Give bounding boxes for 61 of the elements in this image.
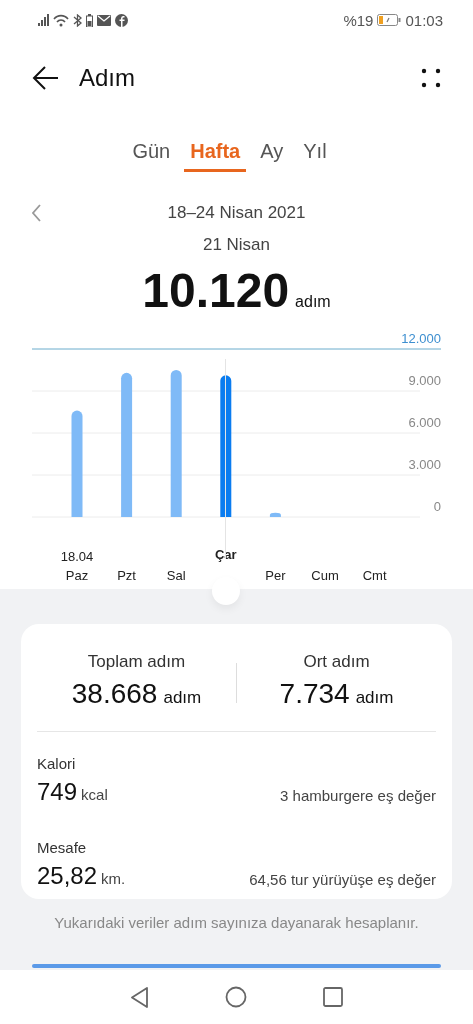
metric-label: Kalori [37, 755, 77, 772]
metric-label: Mesafe [37, 839, 88, 856]
back-button[interactable] [32, 64, 59, 91]
period-tab[interactable]: Ay [254, 137, 290, 172]
stat-unit: adım [163, 687, 202, 708]
step-count: 10.120 [142, 263, 290, 318]
battery-percent: %19 [343, 11, 374, 29]
signal-icon [38, 14, 49, 26]
chevron-left-icon [32, 203, 42, 222]
start-date-label: 18.04 [60, 549, 94, 564]
back-arrow-icon [32, 64, 59, 91]
battery-icon [86, 13, 93, 27]
axis-tick-label: 12.000 [401, 334, 441, 346]
metric-note: 3 hamburgere eş değer [280, 787, 436, 806]
metric-value: 749 [37, 778, 78, 806]
day-label[interactable]: Paz [65, 568, 89, 583]
stat-value: 38.668 [71, 677, 158, 710]
menu-dots-icon [421, 67, 441, 88]
axis-tick-label: 6.000 [408, 415, 441, 430]
more-button[interactable] [421, 67, 441, 88]
social-app-icon [115, 13, 128, 27]
home-nav-button[interactable] [225, 986, 247, 1008]
stat-unit: adım [355, 687, 394, 708]
axis-tick-label: 3.000 [408, 457, 441, 472]
axis-tick-label: 0 [433, 499, 441, 514]
stat-label: Toplam adım [87, 651, 186, 672]
mail-icon [97, 14, 111, 26]
period-tab[interactable]: Gün [126, 137, 177, 172]
home-circle-icon [225, 986, 247, 1008]
metric-note: 64,56 tur yürüyüşe eş değer [249, 871, 436, 890]
day-label[interactable]: Çar [214, 547, 237, 562]
triangle-back-icon [130, 986, 149, 1008]
day-label[interactable]: Cum [311, 568, 339, 583]
axis-tick-label: 9.000 [408, 373, 441, 388]
recents-square-icon [323, 987, 343, 1007]
stat-label: Ort adım [303, 651, 370, 672]
stat-value: 7.734 [279, 677, 350, 710]
step-bar[interactable] [121, 372, 133, 517]
clock-time: 01:03 [405, 11, 443, 29]
metric-unit: kcal [81, 786, 108, 803]
day-label[interactable]: Pzt [117, 568, 136, 583]
metric-value: 25,82 [37, 862, 98, 890]
selected-date: 21 Nisan [202, 235, 271, 254]
period-tab[interactable]: Yıl [297, 137, 333, 172]
wifi-icon [53, 13, 69, 27]
day-label[interactable]: Per [265, 568, 286, 583]
back-nav-button[interactable] [130, 986, 149, 1008]
previous-button[interactable] [32, 203, 42, 222]
step-bar[interactable] [269, 512, 281, 517]
date-range: 18–24 Nisan 2021 [167, 202, 306, 222]
recents-nav-button[interactable] [323, 987, 343, 1007]
step-bar[interactable] [170, 370, 182, 517]
day-label[interactable]: Sal [166, 568, 186, 583]
step-unit: adım [295, 293, 331, 311]
page-title: Adım [79, 63, 135, 92]
day-label[interactable]: Cmt [362, 568, 387, 583]
step-bar[interactable] [220, 375, 232, 517]
battery-icon [377, 14, 402, 26]
footnote: Yukarıdaki veriler adım sayınıza dayanarak hesaplanır. [54, 914, 419, 931]
bluetooth-icon [73, 13, 82, 27]
metric-unit: km. [101, 870, 126, 887]
